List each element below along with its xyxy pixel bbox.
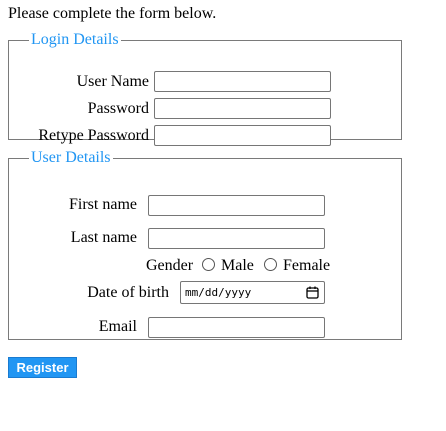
password-label: Password <box>87 100 149 117</box>
user-name-input[interactable] <box>154 71 331 92</box>
login-details-fieldset: Login Details User Name Password Retype … <box>8 31 402 146</box>
register-button[interactable]: Register <box>8 357 77 378</box>
user-details-legend: User Details <box>31 149 111 166</box>
first-name-input[interactable] <box>148 195 325 216</box>
user-name-label: User Name <box>76 73 149 90</box>
first-name-label: First name <box>69 196 137 213</box>
retype-password-label: Retype Password <box>38 127 149 144</box>
retype-password-input[interactable] <box>154 125 331 146</box>
date-of-birth-placeholder: mm/dd/yyyy <box>185 286 252 299</box>
calendar-icon[interactable] <box>306 286 319 299</box>
date-of-birth-input[interactable]: mm/dd/yyyy <box>180 281 325 304</box>
password-input[interactable] <box>154 98 331 119</box>
gender-female-radio[interactable] <box>264 258 277 271</box>
last-name-input[interactable] <box>148 228 325 249</box>
gender-male-radio[interactable] <box>202 258 215 271</box>
gender-female-label[interactable]: Female <box>283 257 330 275</box>
login-details-legend: Login Details <box>31 31 119 48</box>
email-label: Email <box>98 318 137 335</box>
gender-label: Gender <box>146 257 194 274</box>
last-name-label: Last name <box>70 229 137 246</box>
form-intro: Please complete the form below. <box>8 5 217 22</box>
date-of-birth-label: Date of birth <box>87 284 169 301</box>
user-details-fieldset: User Details First name Last name Gender… <box>8 150 402 340</box>
email-input[interactable] <box>148 317 325 338</box>
gender-male-label[interactable]: Male <box>221 257 254 275</box>
